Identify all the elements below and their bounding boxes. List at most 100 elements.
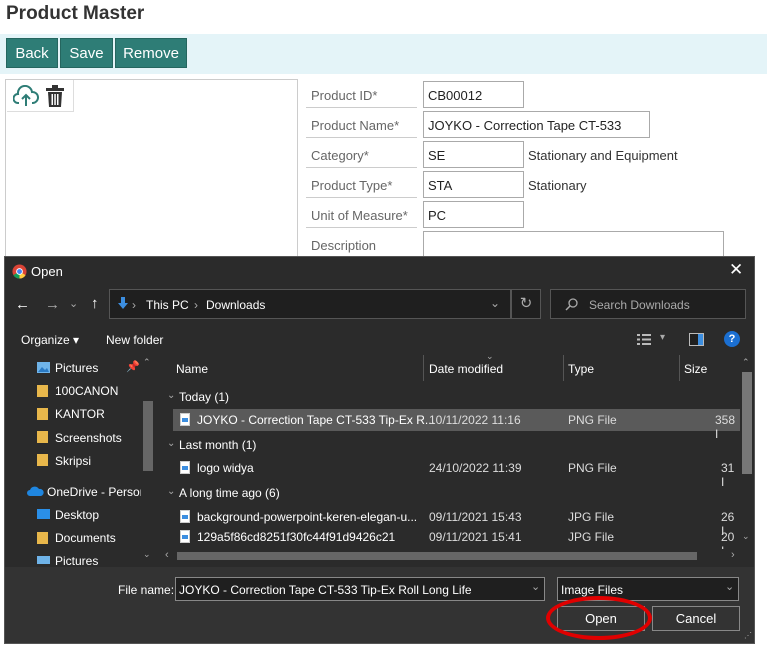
category-input[interactable]: SE [423,141,524,168]
file-list-hscrollbar[interactable]: ‹ › [163,549,753,563]
documents-icon [37,532,48,544]
open-file-dialog: Open ✕ ← → ⌄ ↑ › This PC › Downloads ⌄ ↻… [4,256,755,644]
trash-icon[interactable] [45,84,65,108]
help-icon[interactable]: ? [724,331,740,347]
file-name: 129a5f86cd8251f30fc44f91d9426c21 [197,530,396,544]
group-collapse-icon[interactable]: ⌄ [167,438,175,449]
back-button[interactable]: Back [6,38,58,68]
product-type-input[interactable]: STA [423,171,524,198]
breadcrumb-downloads[interactable]: Downloads [206,298,265,312]
file-type: JPG File [568,530,615,544]
file-row-selected[interactable]: JOYKO - Correction Tape CT-533 Tip-Ex R.… [173,409,740,441]
back-arrow-icon[interactable]: ← [15,296,30,313]
file-name-input[interactable]: JOYKO - Correction Tape CT-533 Tip-Ex Ro… [175,577,545,601]
group-last-month[interactable]: Last month (1) [179,438,256,452]
nav-item-kantor[interactable]: KANTOR [55,407,105,421]
product-id-input[interactable]: CB00012 [423,81,524,108]
chevron-down-icon[interactable]: ⌄ [531,580,540,593]
navigation-pane: Pictures 📌 100CANON KANTOR Screenshots S… [5,355,155,568]
column-divider [563,355,564,381]
remove-button[interactable]: Remove [115,38,187,68]
group-collapse-icon[interactable]: ⌄ [167,390,175,401]
view-dropdown-icon[interactable]: ▾ [660,332,665,343]
address-bar[interactable]: › This PC › Downloads ⌄ [109,289,511,319]
file-date: 09/11/2021 15:43 [429,510,522,524]
file-row[interactable]: logo widya 24/10/2022 11:39 PNG File 31 … [173,457,740,489]
folder-icon [37,454,48,466]
file-date: 09/11/2021 15:41 [429,530,522,544]
column-header-type[interactable]: Type [568,362,594,376]
download-folder-icon [118,297,128,309]
scroll-right-icon[interactable]: › [731,549,735,561]
nav-item-pictures[interactable]: Pictures [55,361,98,375]
file-name: logo widya [197,461,254,475]
group-long-time-ago[interactable]: A long time ago (6) [179,486,280,500]
page-title: Product Master [6,3,145,24]
description-label: Description [306,230,417,258]
file-type-filter-value: Image Files [561,583,624,597]
nav-item-100canon[interactable]: 100CANON [55,384,118,398]
resize-grip-icon[interactable]: ⋰ [744,631,752,640]
organize-menu[interactable]: Organize ▾ [21,333,79,347]
column-header-size[interactable]: Size [684,362,707,376]
nav-scroll-thumb[interactable] [143,401,153,471]
uom-label: Unit of Measure* [306,200,417,228]
save-button[interactable]: Save [60,38,113,68]
breadcrumb-this-pc[interactable]: This PC [146,298,189,312]
scroll-down-icon[interactable]: ⌄ [143,549,151,560]
file-date: 10/11/2022 11:16 [429,413,521,427]
search-input[interactable]: Search Downloads [550,289,746,319]
vscroll-thumb[interactable] [742,372,752,474]
column-divider [423,355,424,381]
file-size: 358 I [715,413,736,441]
scroll-left-icon[interactable]: ‹ [165,549,169,561]
breadcrumb-separator-icon: › [194,298,198,312]
image-file-icon [180,461,190,474]
nav-item-skripsi[interactable]: Skripsi [55,454,91,468]
group-collapse-icon[interactable]: ⌄ [167,486,175,497]
scroll-down-icon[interactable]: ⌄ [742,531,750,542]
new-folder-button[interactable]: New folder [106,333,163,347]
file-row[interactable]: 129a5f86cd8251f30fc44f91d9426c21 09/11/2… [173,526,740,558]
uom-input[interactable]: PC [423,201,524,228]
nav-item-screenshots[interactable]: Screenshots [55,431,122,445]
hscroll-thumb[interactable] [177,552,697,560]
image-file-icon [180,530,190,543]
cancel-button[interactable]: Cancel [652,606,740,631]
chevron-down-icon[interactable]: ⌄ [490,296,500,310]
nav-item-desktop[interactable]: Desktop [55,508,99,522]
file-row[interactable]: background-powerpoint-keren-elegan-u... … [173,506,740,538]
column-header-date[interactable]: Date modified [429,362,503,376]
file-list-vscrollbar[interactable]: ⌃ ⌄ [740,355,754,547]
preview-pane-icon[interactable] [689,333,704,346]
image-file-icon [180,510,190,523]
folder-icon [37,385,48,397]
product-name-input[interactable]: JOYKO - Correction Tape CT-533 [423,111,650,138]
folder-icon [37,408,48,420]
group-today[interactable]: Today (1) [179,390,229,404]
up-arrow-icon[interactable]: ↑ [91,295,99,312]
nav-scrollbar[interactable]: ⌃ ⌄ [141,355,155,565]
column-header-name[interactable]: Name [176,362,208,376]
nav-item-documents[interactable]: Documents [55,531,116,545]
search-placeholder: Search Downloads [589,298,690,312]
product-name-label: Product Name* [306,110,417,138]
chevron-down-icon[interactable]: ⌄ [725,580,734,593]
chrome-icon [12,264,27,279]
dialog-close-icon[interactable]: ✕ [729,260,743,280]
category-description: Stationary and Equipment [528,148,678,163]
breadcrumb-separator-icon: › [132,298,136,312]
scroll-up-icon[interactable]: ⌃ [742,357,750,368]
view-options-icon[interactable] [637,334,651,345]
upload-cloud-icon[interactable] [13,85,39,107]
nav-item-pictures-2[interactable]: Pictures [55,554,98,568]
file-name-label: File name: [118,583,175,597]
recent-dropdown-icon[interactable]: ⌄ [69,297,78,310]
column-divider [679,355,680,381]
scroll-up-icon[interactable]: ⌃ [143,357,151,368]
forward-arrow-icon[interactable]: → [45,296,60,313]
nav-item-onedrive[interactable]: OneDrive - Person [47,485,146,499]
image-file-icon [180,413,190,426]
product-id-label: Product ID* [306,80,417,108]
refresh-icon[interactable]: ↻ [511,289,541,319]
